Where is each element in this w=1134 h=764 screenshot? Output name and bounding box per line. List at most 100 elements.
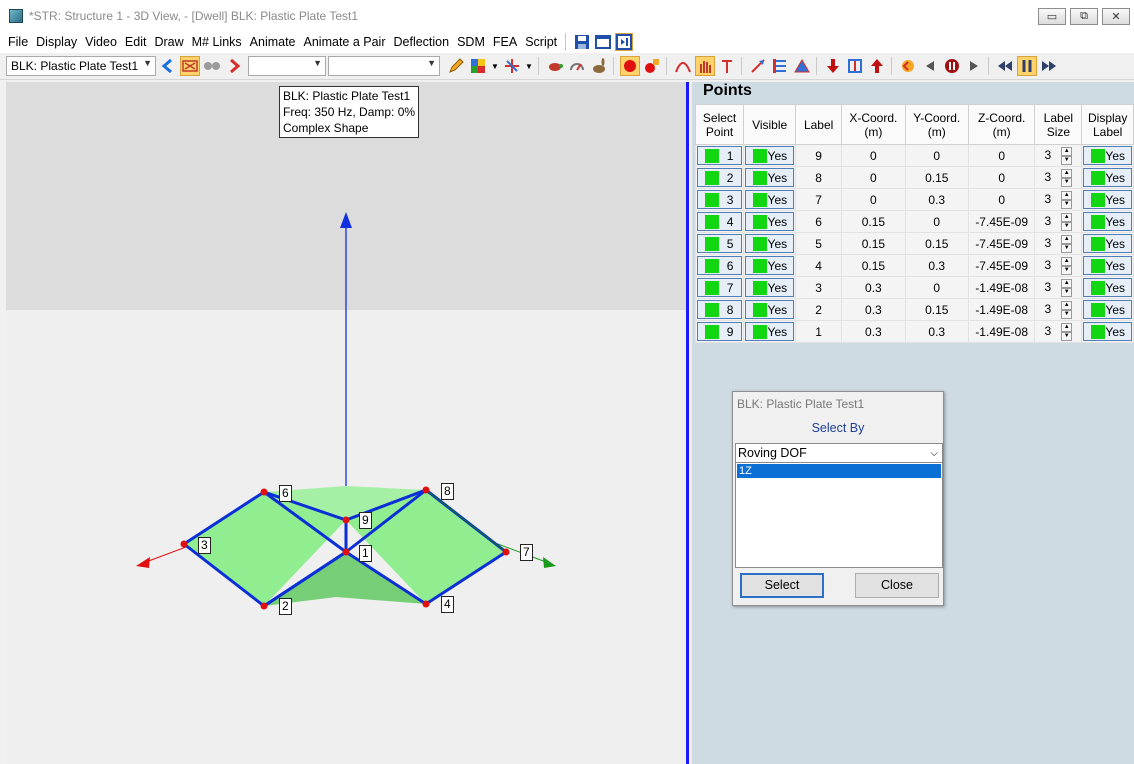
spin-up-icon[interactable]: ▲ xyxy=(1061,168,1073,178)
display-label-toggle[interactable]: Yes xyxy=(1083,146,1132,165)
visible-toggle[interactable]: Yes xyxy=(745,212,795,231)
spin-down-icon[interactable]: ▼ xyxy=(1061,331,1073,341)
y-coord-cell[interactable]: 0 xyxy=(904,210,969,233)
label-size-spinner[interactable]: ▲ ▼ xyxy=(1061,168,1073,187)
arrow-down-icon[interactable] xyxy=(823,56,843,76)
minimize-button[interactable]: ▭ xyxy=(1038,8,1066,25)
label-cell[interactable]: 6 xyxy=(795,210,843,233)
spin-up-icon[interactable]: ▲ xyxy=(1061,256,1073,266)
speedometer-icon[interactable] xyxy=(567,56,587,76)
x-coord-cell[interactable]: 0.15 xyxy=(841,254,906,277)
y-coord-cell[interactable]: 0.15 xyxy=(904,298,969,321)
x-coord-cell[interactable]: 0 xyxy=(841,144,906,167)
display-label-toggle[interactable]: Yes xyxy=(1083,190,1132,209)
col-x-coord[interactable]: X-Coord. (m) xyxy=(841,104,906,145)
display-label-toggle[interactable]: Yes xyxy=(1083,322,1132,341)
previous-icon[interactable] xyxy=(158,56,178,76)
menu-display[interactable]: Display xyxy=(32,35,81,49)
col-display-label[interactable]: Display Label xyxy=(1081,104,1134,145)
panel-splitter[interactable] xyxy=(686,82,689,764)
menu-script[interactable]: Script xyxy=(521,35,561,49)
label-size-cell[interactable]: 3 ▲ ▼ xyxy=(1034,254,1083,277)
menu-animate-pair[interactable]: Animate a Pair xyxy=(300,35,390,49)
spin-down-icon[interactable]: ▼ xyxy=(1061,287,1073,297)
z-coord-cell[interactable]: -7.45E-09 xyxy=(967,232,1036,255)
record-icon[interactable] xyxy=(620,56,640,76)
display-label-toggle[interactable]: Yes xyxy=(1083,300,1132,319)
z-coord-cell[interactable]: -7.45E-09 xyxy=(967,254,1036,277)
save-icon[interactable] xyxy=(573,33,591,51)
triangle-icon[interactable] xyxy=(792,56,812,76)
column-icon[interactable] xyxy=(717,56,737,76)
scale-icon[interactable] xyxy=(845,56,865,76)
label-size-spinner[interactable]: ▲ ▼ xyxy=(1061,278,1073,297)
label-size-spinner[interactable]: ▲ ▼ xyxy=(1061,300,1073,319)
x-coord-cell[interactable]: 0.3 xyxy=(841,320,906,343)
col-visible[interactable]: Visible xyxy=(743,104,797,145)
palette-icon[interactable] xyxy=(468,56,488,76)
select-point-button[interactable]: 1 xyxy=(697,146,743,165)
z-coord-cell[interactable]: -1.49E-08 xyxy=(967,298,1036,321)
dof-list[interactable]: 1Z xyxy=(735,462,943,568)
close-button[interactable]: Close xyxy=(855,573,939,598)
label-size-spinner[interactable]: ▲ ▼ xyxy=(1061,146,1073,165)
label-cell[interactable]: 4 xyxy=(795,254,843,277)
visible-toggle[interactable]: Yes xyxy=(745,146,795,165)
spin-down-icon[interactable]: ▼ xyxy=(1061,309,1073,319)
curve-icon[interactable] xyxy=(673,56,693,76)
display-label-toggle[interactable]: Yes xyxy=(1083,168,1132,187)
vector-icon[interactable] xyxy=(748,56,768,76)
x-coord-cell[interactable]: 0.15 xyxy=(841,210,906,233)
y-coord-cell[interactable]: 0 xyxy=(904,276,969,299)
menu-sdm[interactable]: SDM xyxy=(453,35,489,49)
display-label-toggle[interactable]: Yes xyxy=(1083,256,1132,275)
turtle-icon[interactable] xyxy=(545,56,565,76)
menu-draw[interactable]: Draw xyxy=(150,35,187,49)
spin-down-icon[interactable]: ▼ xyxy=(1061,265,1073,275)
window-icon[interactable] xyxy=(594,33,612,51)
shape-icon[interactable] xyxy=(180,56,200,76)
label-size-spinner[interactable]: ▲ ▼ xyxy=(1061,190,1073,209)
label-size-cell[interactable]: 3 ▲ ▼ xyxy=(1034,166,1083,189)
label-cell[interactable]: 7 xyxy=(795,188,843,211)
label-cell[interactable]: 3 xyxy=(795,276,843,299)
x-coord-cell[interactable]: 0.3 xyxy=(841,276,906,299)
spin-up-icon[interactable]: ▲ xyxy=(1061,322,1073,332)
list-icon[interactable] xyxy=(770,56,790,76)
label-size-cell[interactable]: 3 ▲ ▼ xyxy=(1034,188,1083,211)
combo-three[interactable]: ▼ xyxy=(328,56,440,76)
label-size-cell[interactable]: 3 ▲ ▼ xyxy=(1034,210,1083,233)
label-size-cell[interactable]: 3 ▲ ▼ xyxy=(1034,320,1083,343)
hand-icon[interactable] xyxy=(695,56,715,76)
label-size-cell[interactable]: 3 ▲ ▼ xyxy=(1034,276,1083,299)
pencil-icon[interactable] xyxy=(446,56,466,76)
spin-up-icon[interactable]: ▲ xyxy=(1061,300,1073,310)
visible-toggle[interactable]: Yes xyxy=(745,256,795,275)
pause-icon[interactable] xyxy=(1017,56,1037,76)
3d-view[interactable]: 1 2 3 4 6 7 8 9 xyxy=(6,82,686,764)
select-point-button[interactable]: 5 xyxy=(697,234,743,253)
spin-down-icon[interactable]: ▼ xyxy=(1061,221,1073,231)
y-coord-cell[interactable]: 0.15 xyxy=(904,232,969,255)
label-size-spinner[interactable]: ▲ ▼ xyxy=(1061,256,1073,275)
select-point-button[interactable]: 4 xyxy=(697,212,743,231)
col-label[interactable]: Label xyxy=(795,104,843,145)
col-select-point[interactable]: Select Point xyxy=(694,104,745,145)
pause-circle-icon[interactable] xyxy=(942,56,962,76)
menu-file[interactable]: File xyxy=(4,35,32,49)
menu-deflection[interactable]: Deflection xyxy=(390,35,454,49)
spin-up-icon[interactable]: ▲ xyxy=(1061,278,1073,288)
z-coord-cell[interactable]: 0 xyxy=(967,166,1036,189)
menu-m-links[interactable]: M# Links xyxy=(188,35,246,49)
label-cell[interactable]: 2 xyxy=(795,298,843,321)
axes-icon[interactable] xyxy=(502,56,522,76)
spin-down-icon[interactable]: ▼ xyxy=(1061,199,1073,209)
next-icon[interactable] xyxy=(224,56,244,76)
visible-toggle[interactable]: Yes xyxy=(745,168,795,187)
label-cell[interactable]: 8 xyxy=(795,166,843,189)
z-coord-cell[interactable]: -7.45E-09 xyxy=(967,210,1036,233)
select-point-button[interactable]: 7 xyxy=(697,278,743,297)
label-cell[interactable]: 5 xyxy=(795,232,843,255)
y-coord-cell[interactable]: 0.3 xyxy=(904,188,969,211)
arrow-up-icon[interactable] xyxy=(867,56,887,76)
